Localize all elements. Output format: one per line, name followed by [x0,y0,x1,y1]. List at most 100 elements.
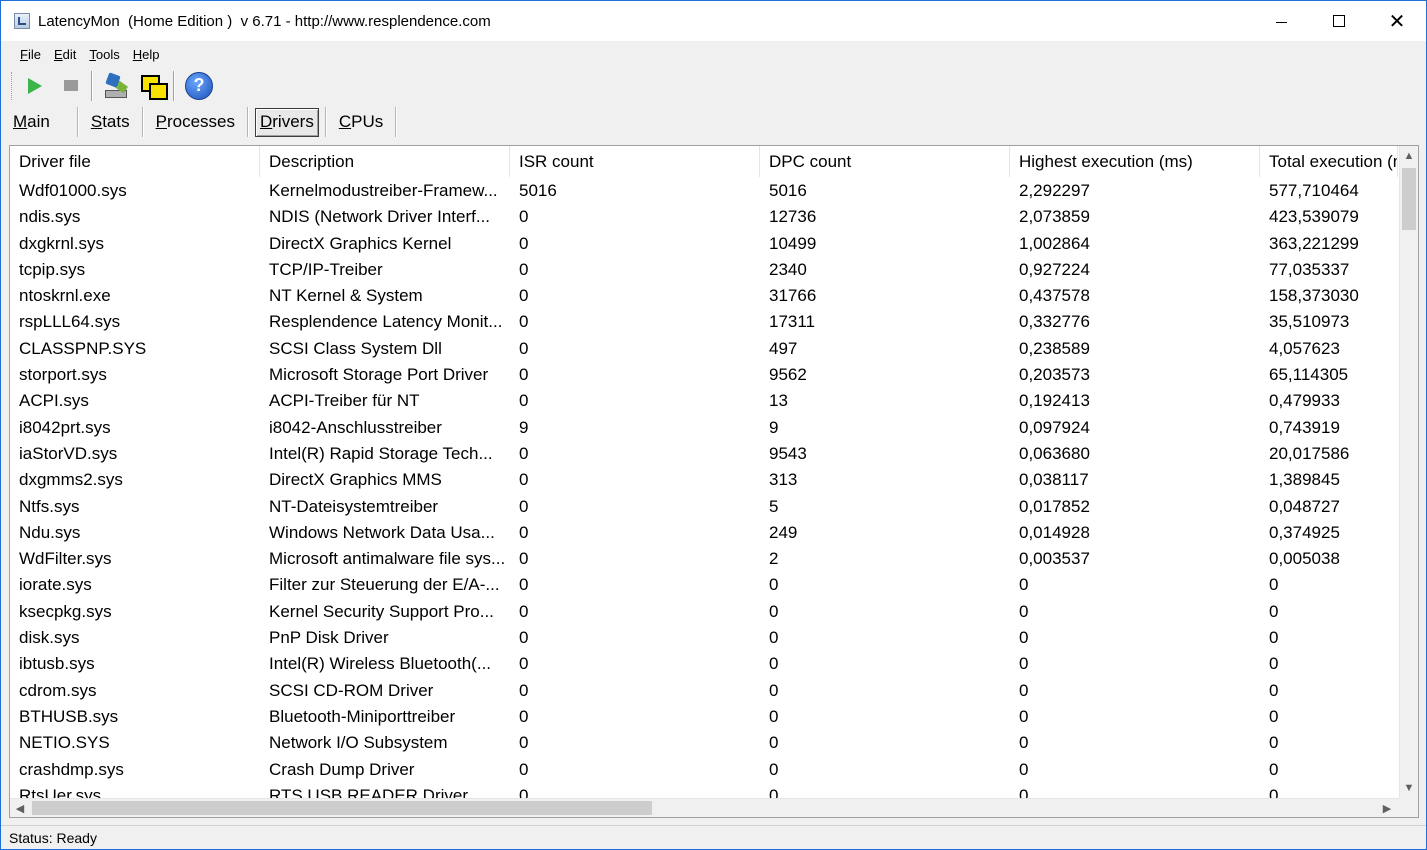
cell-total-execution: 0,743919 [1269,417,1340,437]
cell-highest-execution: 0 [1019,680,1029,700]
cell-total-execution: 363,221299 [1269,233,1359,253]
cell-total-execution: 77,035337 [1269,259,1350,279]
cell-isr-count: 0 [519,706,529,726]
cell-isr-count: 0 [519,286,529,306]
table-row[interactable]: disk.sys PnP Disk Driver 0 0 0 0 [10,624,1398,650]
column-header-isr-count[interactable]: ISR count [510,146,760,177]
start-monitoring-button[interactable] [19,70,51,102]
cell-description: Windows Network Data Usa... [269,522,495,542]
table-row[interactable]: CLASSPNP.SYS SCSI Class System Dll 0 497 0,2… [10,335,1398,361]
column-header-total-execution[interactable]: Total execution (ms) [1260,146,1398,177]
cell-highest-execution: 0,437578 [1019,286,1090,306]
vertical-scrollbar[interactable]: ▲ ▼ [1399,146,1418,798]
table-row[interactable]: iaStorVD.sys Intel(R) Rapid Storage Tech.… [10,440,1398,466]
table-row[interactable]: ksecpkg.sys Kernel Security Support Pro..… [10,598,1398,624]
cell-total-execution: 0,048727 [1269,496,1340,516]
tab-cpus[interactable]: C PUs [327,107,395,137]
table-row[interactable]: tcpip.sys TCP/IP-Treiber 0 2340 0,927224 77,0… [10,256,1398,282]
cell-total-execution: 0 [1269,601,1279,621]
column-header-dpc-count[interactable]: DPC count [760,146,1010,177]
table-row[interactable]: crashdmp.sys Crash Dump Driver 0 0 0 0 [10,756,1398,782]
cell-total-execution: 0,479933 [1269,391,1340,411]
cell-isr-count: 0 [519,496,529,516]
cell-dpc-count: 17311 [769,312,816,332]
cell-total-execution: 0 [1269,628,1279,648]
cell-highest-execution: 0 [1019,628,1029,648]
tab-drivers[interactable]: Drivers [254,107,319,137]
cell-isr-count: 5016 [519,181,557,200]
cell-isr-count: 0 [519,575,529,595]
table-row[interactable]: rspLLL64.sys Resplendence Latency Monit..… [10,308,1398,334]
table-row[interactable]: i8042prt.sys i8042-Anschlusstreiber 9 9 0,09… [10,414,1398,440]
table-row[interactable]: ndis.sys NDIS (Network Driver Interf... 0 1… [10,203,1398,229]
cell-isr-count: 0 [519,207,529,227]
close-button[interactable]: ✕ [1368,1,1426,41]
table-row[interactable]: ibtusb.sys Intel(R) Wireless Bluetooth(..… [10,650,1398,676]
cell-dpc-count: 9562 [769,365,807,385]
table-row[interactable]: dxgkrnl.sys DirectX Graphics Kernel 0 10499… [10,230,1398,256]
cell-description: SCSI Class System Dll [269,338,442,358]
menu-help[interactable]: Help [126,47,166,62]
scroll-right-arrow-icon[interactable]: ▶ [1377,799,1397,817]
cell-driver-file: i8042prt.sys [19,417,111,437]
table-row[interactable]: dxgmms2.sys DirectX Graphics MMS 0 313 0,038… [10,466,1398,492]
table-row[interactable]: NETIO.SYS Network I/O Subsystem 0 0 0 0 [10,729,1398,755]
cell-driver-file: rspLLL64.sys [19,312,121,332]
windows-button[interactable] [137,70,169,102]
stop-monitoring-button[interactable] [55,70,87,102]
help-icon: ? [185,71,213,100]
cell-description: TCP/IP-Treiber [269,259,383,279]
table-row[interactable]: iorate.sys Filter zur Steuerung der E/A-.… [10,571,1398,597]
column-header-description[interactable]: Description [260,146,510,177]
cell-isr-count: 0 [519,733,529,753]
cell-driver-file: ntoskrnl.exe [19,286,111,306]
cell-driver-file: iorate.sys [19,575,92,595]
cell-driver-file: WdFilter.sys [19,549,112,569]
cell-description: Resplendence Latency Monit... [269,312,503,332]
column-header-highest-execution[interactable]: Highest execution (ms) [1010,146,1260,177]
menu-tools[interactable]: Tools [82,47,125,62]
cell-description: Intel(R) Wireless Bluetooth(... [269,654,492,674]
column-header-driver-file[interactable]: Driver file [10,146,260,177]
window-controls: ✕ [1252,1,1426,41]
title-bar[interactable]: LatencyMon (Home Edition ) v 6.71 - http… [1,1,1426,41]
cell-total-execution: 0 [1269,575,1279,595]
tab-main[interactable]: Main [1,107,77,137]
menu-edit[interactable]: Edit [47,47,82,62]
cell-isr-count: 0 [519,549,529,569]
horizontal-scroll-thumb[interactable] [32,801,652,815]
cell-description: SCSI CD-ROM Driver [269,680,434,700]
tools-button[interactable] [101,70,133,102]
toolbar-grip[interactable] [11,71,15,100]
menu-file[interactable]: File [12,47,47,62]
table-row[interactable]: ntoskrnl.exe NT Kernel & System 0 31766 0,43… [10,282,1398,308]
table-row[interactable]: cdrom.sys SCSI CD-ROM Driver 0 0 0 0 [10,677,1398,703]
table-row[interactable]: ACPI.sys ACPI-Treiber für NT 0 13 0,192413 0,… [10,387,1398,413]
vertical-scroll-thumb[interactable] [1402,168,1416,230]
scroll-left-arrow-icon[interactable]: ◀ [10,799,30,817]
tab-stats[interactable]: Stats [79,107,142,137]
table-row[interactable]: storport.sys Microsoft Storage Port Drive… [10,361,1398,387]
scroll-up-arrow-icon[interactable]: ▲ [1400,146,1418,166]
help-button[interactable]: ? [183,70,215,102]
table-row[interactable]: Wdf01000.sys Kernelmodustreiber-Framew...… [10,177,1398,203]
table-row[interactable]: WdFilter.sys Microsoft antimalware file s… [10,545,1398,571]
maximize-button[interactable] [1310,1,1368,41]
cell-driver-file: CLASSPNP.SYS [19,338,147,358]
cell-dpc-count: 10499 [769,233,817,253]
scroll-down-arrow-icon[interactable]: ▼ [1400,778,1418,798]
cell-dpc-count: 0 [769,601,779,621]
cell-total-execution: 0,374925 [1269,522,1340,542]
cell-highest-execution: 2,292297 [1019,181,1090,200]
cell-highest-execution: 0,038117 [1019,470,1089,490]
drivers-list[interactable]: Driver file Description ISR count DPC co… [9,145,1419,818]
table-row[interactable]: Ndu.sys Windows Network Data Usa... 0 249 0,… [10,519,1398,545]
toolbar: ? [1,67,1426,104]
table-row[interactable]: Ntfs.sys NT-Dateisystemtreiber 0 5 0,017852 0… [10,493,1398,519]
table-row[interactable]: BTHUSB.sys Bluetooth-Miniporttreiber 0 0 0 0 [10,703,1398,729]
minimize-button[interactable] [1252,1,1310,41]
horizontal-scrollbar[interactable]: ◀ ▶ [10,798,1418,817]
status-text: Status: Ready [9,829,97,846]
tab-processes[interactable]: Processes [144,107,247,137]
cell-description: PnP Disk Driver [269,628,389,648]
